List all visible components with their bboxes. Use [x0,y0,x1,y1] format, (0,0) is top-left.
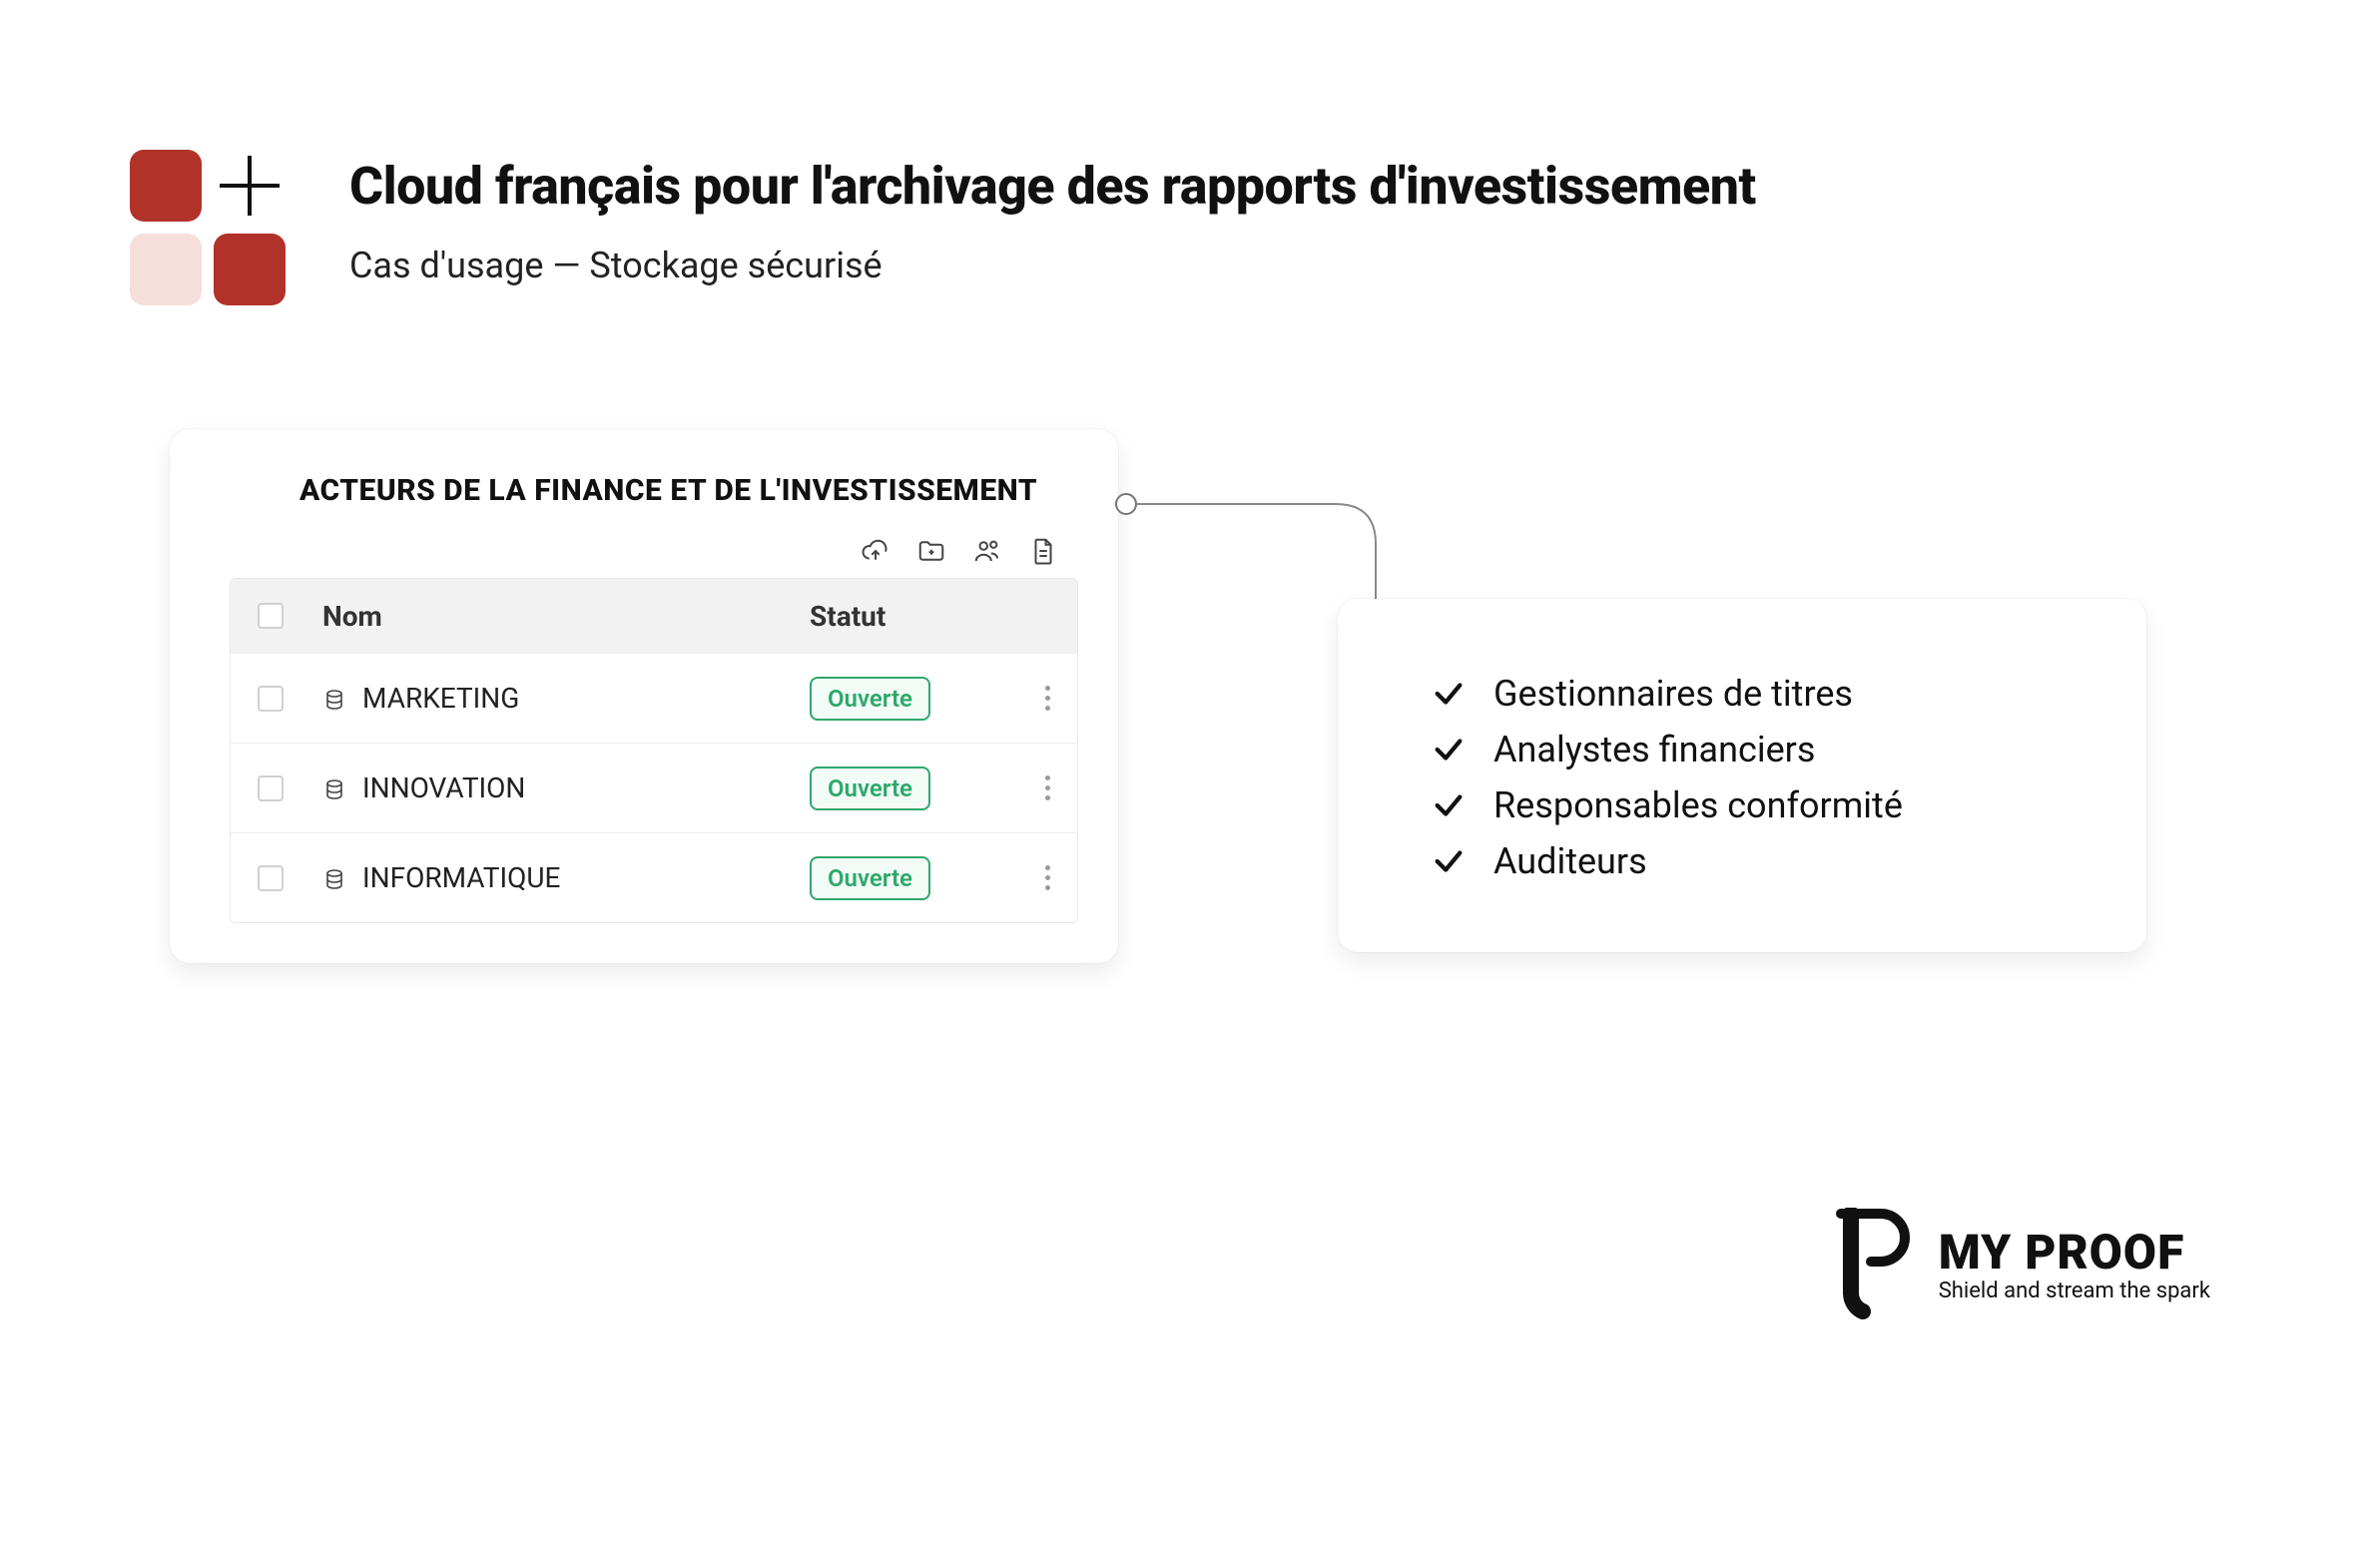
status-badge: Ouverte [810,677,930,721]
row-checkbox[interactable] [258,686,284,712]
check-icon [1432,788,1466,822]
app-logo [130,150,290,309]
row-name: INNOVATION [362,772,525,804]
header: Cloud français pour l'archivage des rapp… [130,150,1756,309]
brand-name: MY PROOF [1939,1229,2210,1277]
page-subtitle: Cas d'usage — Stockage sécurisé [349,245,1756,286]
list-item-label: Gestionnaires de titres [1493,673,1853,715]
card-title: ACTEURS DE LA FINANCE ET DE L'INVESTISSE… [299,473,1078,508]
table-row[interactable]: INNOVATION Ouverte [231,743,1077,832]
brand-tagline: Shield and stream the spark [1939,1279,2210,1303]
col-name: Nom [310,600,798,633]
list-item-label: Responsables conformité [1493,784,1903,826]
roles-list: Gestionnaires de titres Analystes financ… [1432,673,2082,882]
headings: Cloud français pour l'archivage des rapp… [349,150,1756,286]
list-item: Analystes financiers [1432,729,2082,771]
table-row[interactable]: MARKETING Ouverte [231,653,1077,743]
database-icon [322,776,346,800]
list-item-label: Auditeurs [1493,840,1647,882]
check-icon [1432,677,1466,711]
plus-icon [214,150,286,222]
users-icon[interactable] [970,534,1004,568]
list-item: Responsables conformité [1432,784,2082,826]
upload-cloud-icon[interactable] [859,534,892,568]
list-item-label: Analystes financiers [1493,729,1815,771]
check-icon [1432,844,1466,878]
database-icon [322,866,346,890]
status-badge: Ouverte [810,856,930,900]
page-title: Cloud français pour l'archivage des rapp… [349,156,1756,217]
row-name: INFORMATIQUE [362,861,560,894]
list-item: Auditeurs [1432,840,2082,882]
actors-table: Nom Statut MARKETING Ouverte [230,578,1078,923]
card-actions [210,534,1078,568]
row-name: MARKETING [362,682,519,715]
row-checkbox[interactable] [258,865,284,891]
row-menu-button[interactable] [1029,775,1065,800]
finance-actors-card: ACTEURS DE LA FINANCE ET DE L'INVESTISSE… [170,429,1118,963]
col-status: Statut [798,600,1017,633]
row-checkbox[interactable] [258,775,284,801]
list-item: Gestionnaires de titres [1432,673,2082,715]
add-folder-icon[interactable] [914,534,948,568]
row-menu-button[interactable] [1029,865,1065,890]
brand-mark-icon [1831,1208,1917,1323]
select-all-checkbox[interactable] [258,603,284,629]
check-icon [1432,733,1466,767]
roles-card: Gestionnaires de titres Analystes financ… [1338,599,2146,952]
status-badge: Ouverte [810,767,930,810]
table-header: Nom Statut [231,579,1077,653]
document-icon[interactable] [1026,534,1060,568]
brand-footer: MY PROOF Shield and stream the spark [1831,1208,2210,1323]
table-row[interactable]: INFORMATIQUE Ouverte [231,832,1077,922]
row-menu-button[interactable] [1029,686,1065,711]
database-icon [322,687,346,711]
